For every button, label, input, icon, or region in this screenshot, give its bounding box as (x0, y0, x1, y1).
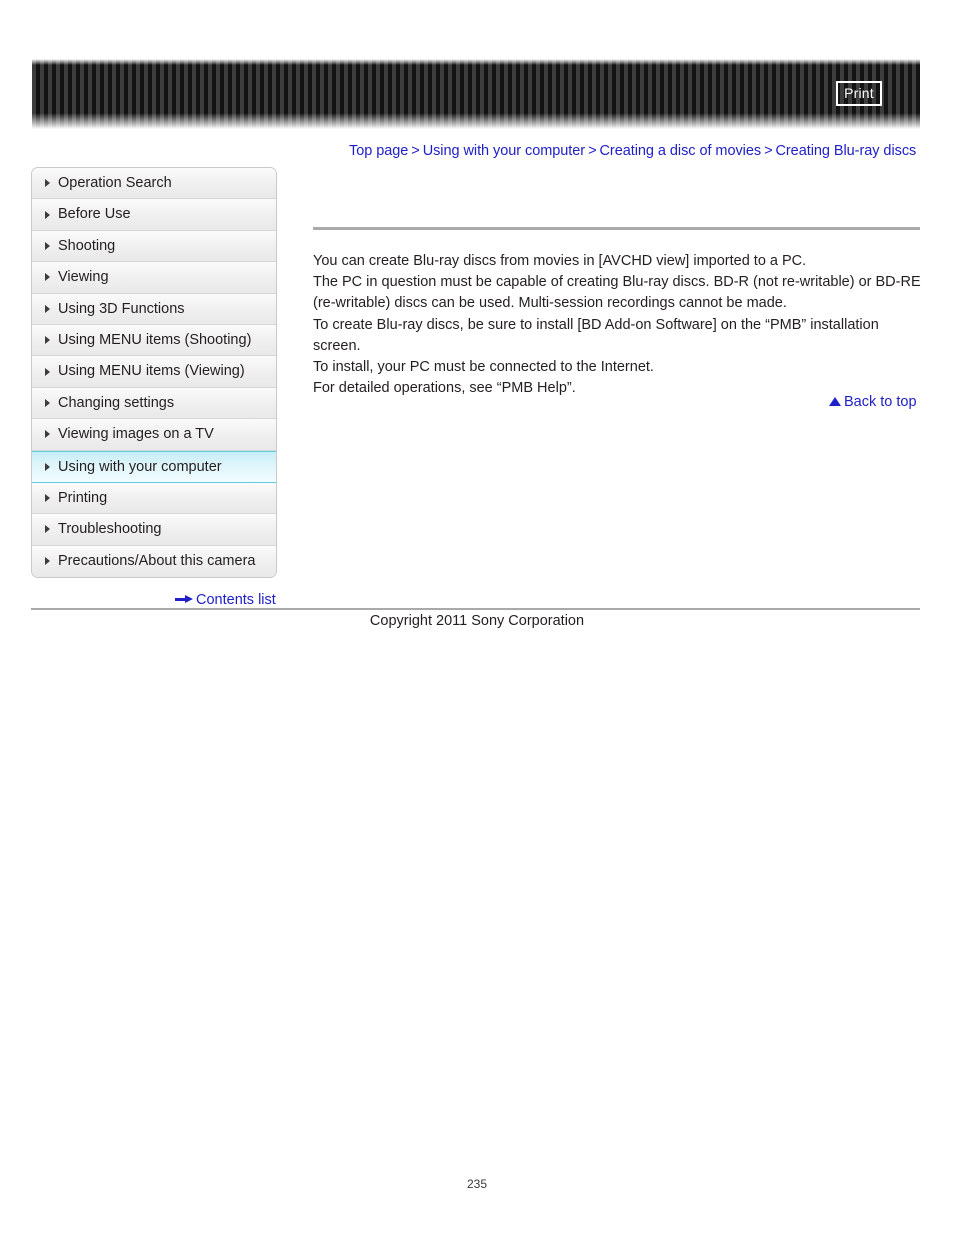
sidebar-item-changing-settings[interactable]: Changing settings (32, 387, 276, 420)
breadcrumb-item-3[interactable]: Creating a disc of movies (600, 143, 762, 159)
breadcrumb-separator: > (588, 143, 597, 159)
sidebar-navigation: Operation Search Before Use Shooting Viewin… (31, 167, 277, 579)
sidebar-item-label: Operation Search (58, 175, 172, 191)
body-line: To install, your PC must be connected to… (313, 359, 654, 376)
back-to-top-link[interactable]: Back to top (829, 394, 917, 410)
breadcrumb-separator: > (411, 143, 420, 159)
sidebar-item-label: Viewing images on a TV (58, 426, 214, 443)
sidebar-item-label: Using 3D Functions (58, 300, 185, 317)
triangle-right-icon (45, 494, 50, 503)
sidebar-item-label: Troubleshooting (58, 521, 162, 538)
contents-list-label: Contents list (196, 592, 276, 608)
back-to-top-label: Back to top (844, 394, 917, 410)
breadcrumb: Top page > Using with your computer > Creati… (349, 143, 916, 159)
breadcrumb-item-1[interactable]: Top page (349, 143, 408, 159)
triangle-right-icon (45, 241, 50, 250)
sidebar-item-label: Printing (58, 489, 108, 506)
body-text: You can create Blu-ray discs from movies… (313, 251, 928, 399)
body-line: To create Blu-ray discs, be sure to inst… (313, 316, 879, 354)
footer-divider (31, 608, 920, 610)
sidebar-item-troubleshooting[interactable]: Troubleshooting (32, 514, 276, 546)
contents-list-link[interactable]: Contents list (175, 592, 276, 608)
breadcrumb-separator: > (764, 143, 773, 159)
header-banner: Print (32, 59, 920, 129)
page-number: 235 (466, 1177, 488, 1191)
body-line: You can create Blu-ray discs from movies… (313, 253, 807, 269)
sidebar-item-using-3d-functions[interactable]: Using 3D Functions (32, 293, 276, 325)
sidebar-item-using-menu-items-shooting[interactable]: Using MENU items (Shooting) (32, 324, 276, 357)
breadcrumb-item-4[interactable]: Creating Blu-ray discs (775, 143, 916, 159)
body-line: (re-writable) discs can be used. Multi-s… (313, 295, 787, 312)
copyright-text: Copyright 2011 Sony Corporation (369, 613, 585, 629)
triangle-right-icon (45, 462, 50, 471)
sidebar-item-precautions-about-this-camera[interactable]: Precautions/About this camera (32, 545, 276, 578)
sidebar-item-label: Shooting (58, 237, 116, 254)
sidebar-item-label: Using with your computer (58, 458, 222, 475)
triangle-right-icon (45, 179, 50, 188)
triangle-right-icon (45, 304, 50, 313)
print-button[interactable]: Print (836, 81, 882, 106)
body-line: The PC in question must be capable of cr… (313, 274, 921, 291)
sidebar-item-label: Changing settings (58, 394, 175, 411)
sidebar-item-viewing-images-on-a-tv[interactable]: Viewing images on a TV (32, 419, 276, 451)
breadcrumb-item-2[interactable]: Using with your computer (423, 143, 585, 159)
sidebar-item-using-menu-items-viewing[interactable]: Using MENU items (Viewing) (32, 356, 276, 388)
triangle-right-icon (45, 273, 50, 282)
triangle-right-icon (45, 525, 50, 534)
content-top-divider (313, 227, 920, 230)
sidebar-item-printing[interactable]: Printing (32, 482, 276, 515)
triangle-right-icon (45, 336, 50, 345)
triangle-right-icon (45, 210, 50, 219)
sidebar-item-viewing[interactable]: Viewing (32, 262, 276, 294)
arrow-right-icon (175, 595, 193, 603)
sidebar-item-shooting[interactable]: Shooting (32, 230, 276, 263)
triangle-right-icon (45, 367, 50, 376)
sidebar-item-label: Using MENU items (Shooting) (58, 331, 252, 348)
sidebar-item-label: Before Use (58, 206, 131, 223)
triangle-right-icon (45, 430, 50, 439)
triangle-up-icon (829, 397, 841, 406)
sidebar-item-label: Precautions/About this camera (58, 552, 256, 569)
sidebar-item-label: Using MENU items (Viewing) (58, 363, 245, 380)
sidebar-item-label: Viewing (58, 269, 109, 286)
sidebar-item-before-use[interactable]: Before Use (32, 199, 276, 231)
sidebar-item-operation-search[interactable]: Operation Search (32, 168, 276, 200)
triangle-right-icon (45, 557, 50, 566)
sidebar-item-using-with-your-computer[interactable]: Using with your computer (32, 450, 276, 483)
triangle-right-icon (45, 398, 50, 407)
